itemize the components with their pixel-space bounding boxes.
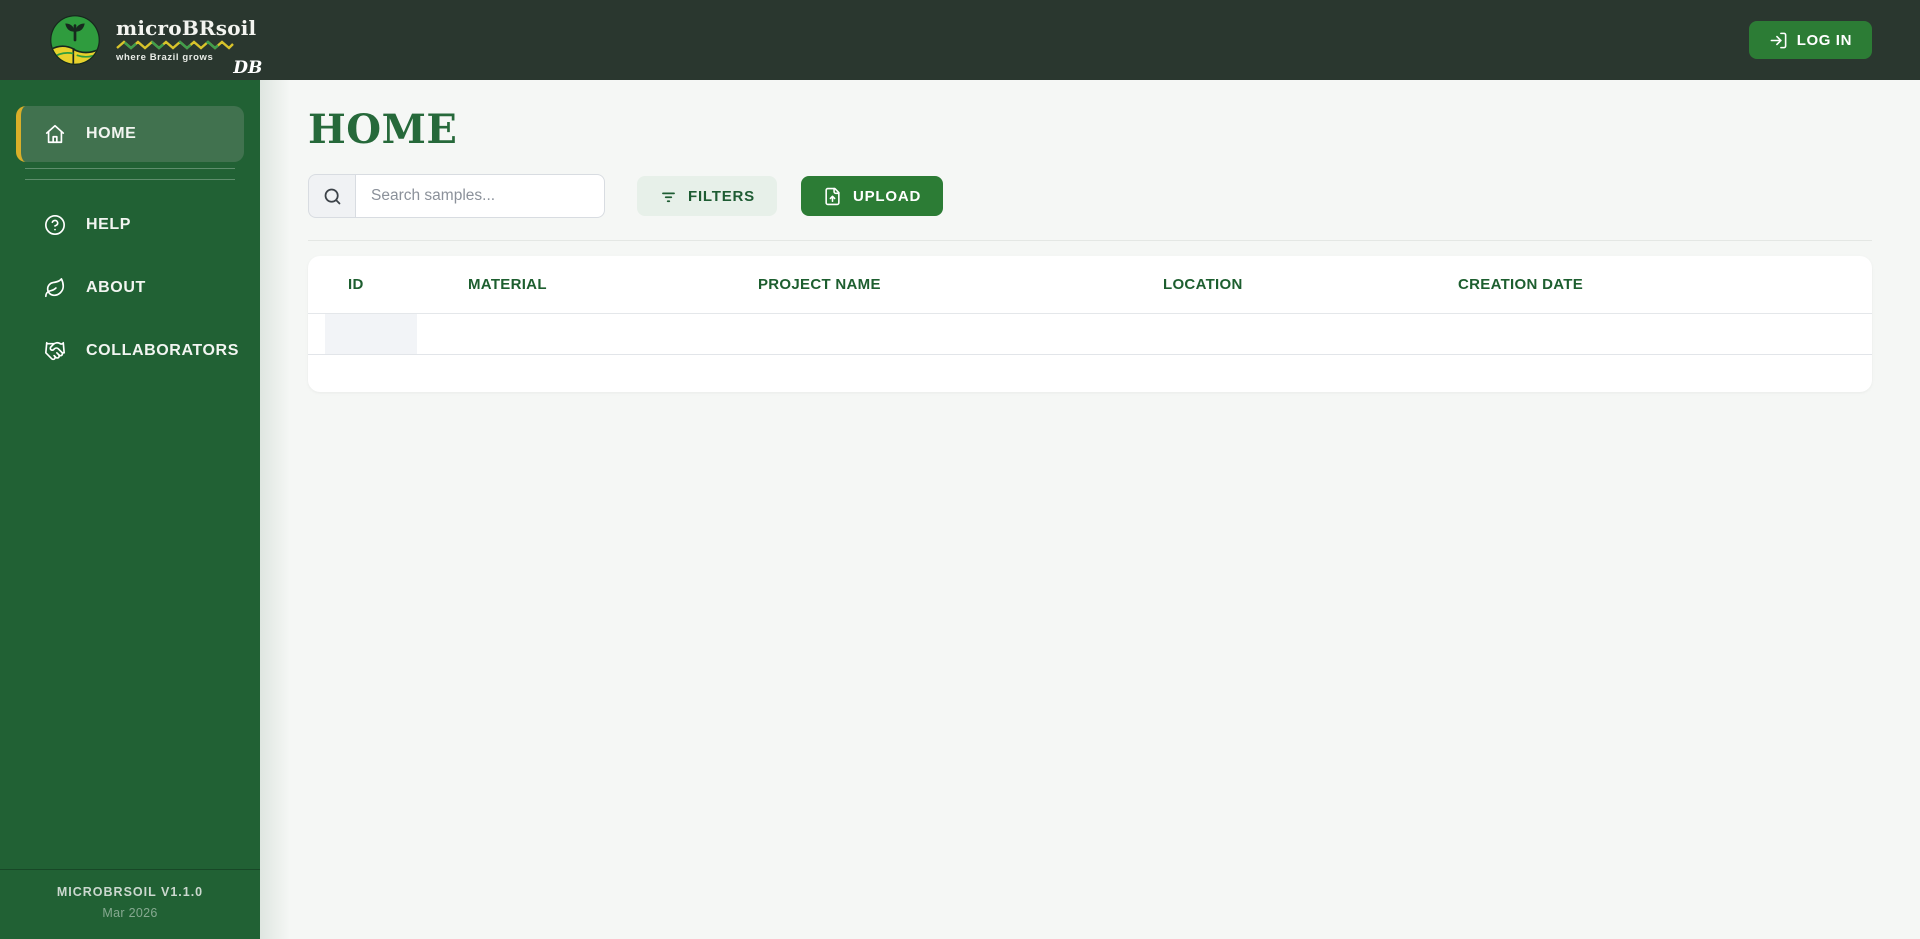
logo-zigzag (116, 39, 234, 50)
log-in-icon (1770, 32, 1787, 48)
sidebar-item-help[interactable]: HELP (16, 197, 244, 253)
app-logo: microBRsoil where Brazil grows DB (48, 13, 262, 78)
logo-tagline: where Brazil grows (116, 51, 214, 63)
sidebar-item-home[interactable]: HOME (16, 106, 244, 162)
samples-table: ID MATERIAL PROJECT NAME LOCATION CREATI… (308, 256, 1872, 392)
leaf-icon (45, 278, 65, 298)
logo-title: microBRsoil (116, 15, 257, 40)
main-content: HOME FILTERS UPLOAD (260, 80, 1920, 939)
filter-lines-icon (662, 191, 675, 202)
column-header-project-name: PROJECT NAME (758, 276, 881, 293)
sidebar-item-label: HOME (86, 125, 137, 142)
loading-skeleton-cell (325, 314, 417, 354)
table-cell-id (308, 314, 428, 354)
sidebar-item-label: ABOUT (86, 279, 146, 296)
column-header-location: LOCATION (1163, 276, 1243, 293)
login-label: LOG IN (1796, 31, 1852, 49)
help-circle-icon (45, 215, 65, 235)
sample-search (308, 174, 605, 218)
sidebar-item-label: COLLABORATORS (86, 342, 239, 359)
column-header-creation-date: CREATION DATE (1458, 276, 1584, 293)
filters-button[interactable]: FILTERS (637, 176, 777, 216)
logo-db-suffix: DB (233, 57, 263, 78)
page-title: HOME (308, 106, 458, 153)
search-input[interactable] (355, 174, 605, 218)
app-version: MICROBRSOIL V1.1.0 (56, 885, 204, 899)
sidebar-item-about[interactable]: ABOUT (16, 260, 244, 316)
sidebar-footer: MICROBRSOIL V1.1.0 Mar 2026 (0, 869, 260, 939)
home-icon (45, 124, 65, 144)
handshake-icon (45, 341, 65, 361)
upload-label: UPLOAD (852, 187, 922, 205)
table-header-row: ID MATERIAL PROJECT NAME LOCATION CREATI… (308, 256, 1872, 313)
upload-button[interactable]: UPLOAD (800, 176, 944, 216)
table-footer-space (308, 355, 1872, 392)
column-header-id: ID (348, 276, 364, 293)
search-icon (324, 188, 340, 204)
toolbar-divider (308, 240, 1872, 241)
sidebar-item-collaborators[interactable]: COLLABORATORS (16, 323, 244, 379)
column-header-material: MATERIAL (468, 276, 547, 293)
file-upload-icon (825, 187, 840, 205)
app-header: microBRsoil where Brazil grows DB LOG IN (0, 0, 1920, 80)
sidebar: HOME HELP ABOUT COLLABORATORS MICROBRSOI… (0, 80, 260, 939)
sidebar-divider (25, 179, 235, 180)
table-row (308, 313, 1872, 355)
search-icon-box (308, 174, 355, 218)
plant-field-logo-icon (50, 15, 100, 65)
toolbar: FILTERS UPLOAD (308, 174, 1872, 218)
sidebar-nav: HOME HELP ABOUT COLLABORATORS (0, 80, 260, 379)
sidebar-item-label: HELP (86, 216, 132, 233)
app-version-date: Mar 2026 (102, 906, 158, 920)
filters-label: FILTERS (688, 187, 755, 205)
login-button[interactable]: LOG IN (1748, 21, 1872, 59)
sidebar-divider (25, 168, 235, 169)
